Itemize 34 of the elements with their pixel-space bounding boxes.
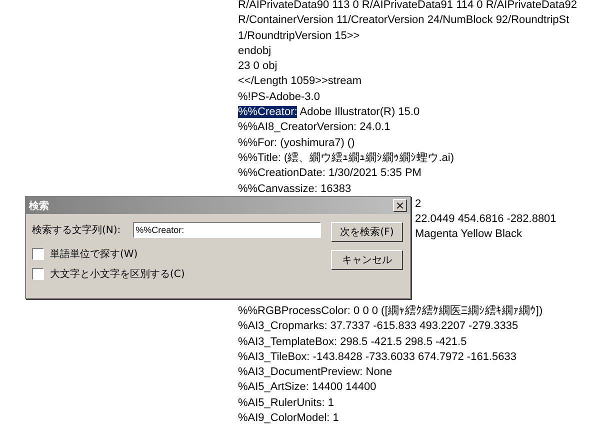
code-line: 22.0449 454.6816 -282.8801	[415, 213, 556, 226]
code-line: %!PS-Adobe-3.0	[238, 90, 320, 103]
code-line: %AI3_Cropmarks: 37.7337 -615.833 493.2207 -279.3335	[238, 320, 518, 332]
code-line: %AI3_DocumentPreview: None	[238, 366, 392, 378]
code-line: 2	[415, 198, 422, 210]
search-label: 検索する文字列(N):	[32, 224, 121, 237]
code-line: 1/RoundtripVersion 15>>	[238, 30, 360, 42]
code-line: %%Creator: Adobe Illustrator(R) 15.0	[238, 106, 420, 118]
code-line: %%CreationDate: 1/30/2021 5:35 PM	[238, 167, 422, 180]
code-line: %AI3_TileBox: -143.8428 -733.6033 674.7972 -161.5633	[238, 350, 516, 363]
dialog-button[interactable]: キャンセル	[331, 250, 403, 270]
dialog-button[interactable]: 次を検索(F)	[331, 222, 403, 242]
code-line: Magenta Yellow Black	[415, 228, 522, 240]
code-line: <</Length 1059>>stream	[238, 75, 362, 88]
code-line: %%RGBProcessColor: 0 0 0 ([繝ｬ繧ｸ繧ｹ繝医Ξ繝ｼ繧ｷ繝ｧ繝ｳ])	[238, 304, 543, 317]
code-line: %%Title: (繧、繝ウ繧ｭ繝ｭ繝ｼ繝ｩ繝ｼ蟶ウ.ai)	[238, 152, 454, 164]
dialog-title: 検索	[29, 200, 49, 212]
code-line: %%Canvassize: 16383	[238, 182, 352, 195]
checkbox-label: 大文字と小文字を区別する(C)	[50, 268, 185, 281]
code-line: %AI3_TemplateBox: 298.5 -421.5 298.5 -421.5	[238, 336, 467, 348]
search-field[interactable]: %%Creator:	[132, 222, 321, 238]
code-line: %AI9_ColorModel: 1	[238, 412, 339, 424]
close-button[interactable]: ×	[393, 199, 407, 212]
code-line: %AI5_ArtSize: 14400 14400	[238, 381, 376, 394]
checkbox[interactable]	[32, 248, 44, 260]
checkbox[interactable]	[32, 268, 44, 280]
code-line: R/ContainerVersion 11/CreatorVersion 24/NumBlock 92/RoundtripSt	[238, 14, 570, 26]
checkbox-label: 単語単位で探す(W)	[50, 248, 138, 261]
code-line: %%For: (yoshimura7) ()	[238, 136, 355, 149]
code-line: endobj	[238, 44, 272, 57]
code-line: R/AIPrivateData90 113 0 R/AIPrivateData91 114 0 R/AIPrivateData92	[238, 0, 577, 11]
code-line: %%AI8_CreatorVersion: 24.0.1	[238, 121, 390, 134]
code-line: %AI5_RulerUnits: 1	[238, 396, 334, 409]
code-line: 23 0 obj	[238, 60, 278, 72]
